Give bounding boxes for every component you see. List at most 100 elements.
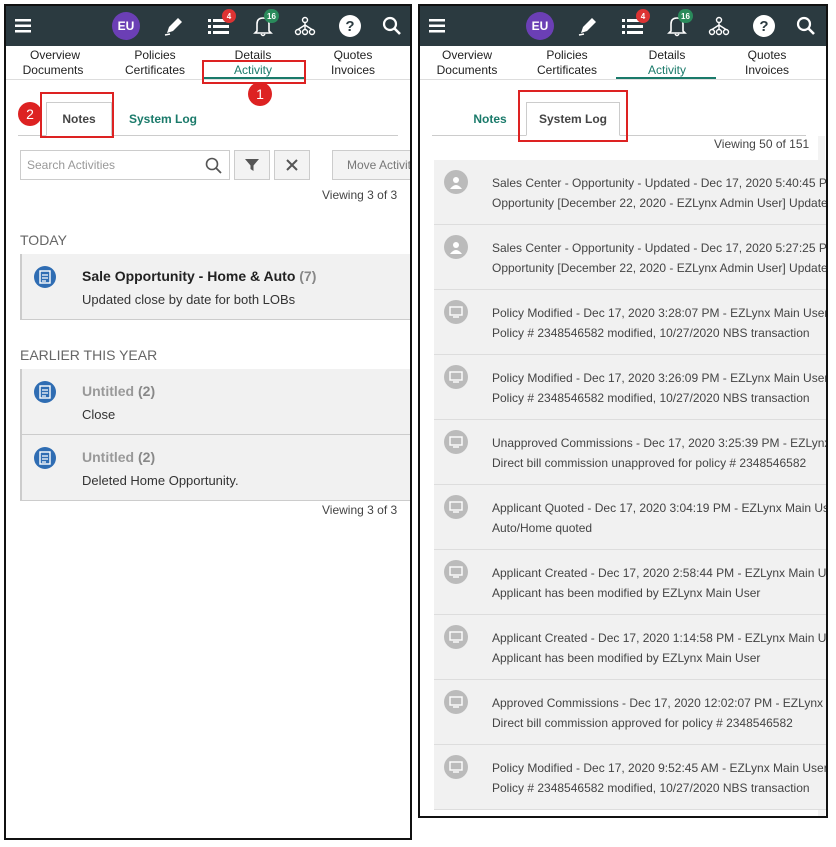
log-entry[interactable]: Approved Commissions - Dec 17, 2020 12:0… bbox=[434, 680, 826, 745]
highlight-box-notes bbox=[40, 92, 114, 138]
note-card[interactable]: Untitled (2) Deleted Home Opportunity. bbox=[20, 435, 410, 501]
highlight-box-system-log bbox=[518, 90, 628, 142]
log-entry-detail: Policy # 2348546582 modified, 10/27/2020… bbox=[492, 326, 810, 340]
tab-notes[interactable]: Notes bbox=[460, 102, 520, 136]
note-title: Untitled (2) bbox=[82, 383, 155, 399]
document-icon bbox=[34, 447, 56, 469]
nav-documents[interactable]: Documents bbox=[422, 63, 512, 77]
document-icon bbox=[34, 266, 56, 288]
nav-quotes[interactable]: Quotes bbox=[308, 48, 398, 62]
note-detail: Close bbox=[82, 407, 116, 422]
avatar: EU bbox=[526, 12, 554, 40]
log-entry[interactable]: Applicant Quoted - Dec 17, 2020 3:04:19 … bbox=[434, 485, 828, 550]
menu-icon[interactable] bbox=[428, 6, 446, 46]
nav-policies[interactable]: Policies bbox=[110, 48, 200, 62]
log-entry-title: Applicant Created - Dec 17, 2020 2:58:44… bbox=[492, 566, 828, 580]
section-earlier-this-year: EARLIER THIS YEAR bbox=[20, 347, 158, 363]
nav-policies[interactable]: Policies bbox=[522, 48, 612, 62]
log-entry-detail: Opportunity [December 22, 2020 - EZLynx … bbox=[492, 196, 828, 210]
user-icon bbox=[444, 235, 468, 259]
nav-certificates[interactable]: Certificates bbox=[522, 63, 612, 77]
help-icon: ? bbox=[753, 15, 775, 37]
tasks-badge: 4 bbox=[636, 9, 650, 23]
monitor-icon bbox=[444, 625, 468, 649]
log-entry[interactable]: Unapproved Commissions - Dec 17, 2020 3:… bbox=[434, 420, 828, 485]
section-today: TODAY bbox=[20, 232, 67, 248]
nav-invoices[interactable]: Invoices bbox=[308, 63, 398, 77]
nav-overview[interactable]: Overview bbox=[10, 48, 100, 62]
note-card[interactable]: Sale Opportunity - Home & Auto (7) Updat… bbox=[20, 254, 410, 320]
edit-pen-icon[interactable] bbox=[572, 6, 604, 46]
log-entry-title: Policy Modified - Dec 17, 2020 9:52:45 A… bbox=[492, 761, 828, 775]
task-list-button[interactable]: 4 bbox=[616, 6, 650, 46]
nav-overview[interactable]: Overview bbox=[422, 48, 512, 62]
note-count: (2) bbox=[138, 383, 156, 399]
log-entry[interactable]: Policy Modified - Dec 17, 2020 3:26:09 P… bbox=[434, 355, 828, 420]
log-entry[interactable]: Applicant Created - Dec 17, 2020 1:14:58… bbox=[434, 615, 826, 680]
log-entry-title: Applicant Quoted - Dec 17, 2020 3:04:19 … bbox=[492, 501, 828, 515]
nav-quotes[interactable]: Quotes bbox=[722, 48, 812, 62]
notifications-button[interactable]: 16 bbox=[246, 6, 280, 46]
monitor-icon bbox=[444, 430, 468, 454]
help-button[interactable]: ? bbox=[750, 6, 778, 46]
avatar: EU bbox=[112, 12, 140, 40]
close-icon bbox=[286, 159, 298, 171]
note-count: (2) bbox=[138, 449, 156, 465]
edit-pen-icon[interactable] bbox=[158, 6, 190, 46]
tasks-badge: 4 bbox=[222, 9, 236, 23]
nav-details[interactable]: Details bbox=[622, 48, 712, 62]
monitor-icon bbox=[444, 690, 468, 714]
system-log-panel: EU 4 16 ? Overview Policies Details Quot… bbox=[418, 4, 828, 818]
log-entry-detail: Policy # 2348546582 modified, 10/27/2020… bbox=[492, 391, 810, 405]
highlight-box-activity bbox=[202, 60, 306, 84]
search-placeholder: Search Activities bbox=[27, 158, 116, 172]
org-chart-icon[interactable] bbox=[704, 6, 734, 46]
top-toolbar: EU 4 16 ? bbox=[420, 6, 826, 46]
nav-certificates[interactable]: Certificates bbox=[110, 63, 200, 77]
task-list-button[interactable]: 4 bbox=[202, 6, 236, 46]
log-entry-detail: Applicant has been modified by EZLynx Ma… bbox=[492, 586, 761, 600]
tab-system-log[interactable]: System Log bbox=[118, 102, 208, 136]
menu-icon[interactable] bbox=[14, 6, 32, 46]
monitor-icon bbox=[444, 365, 468, 389]
notifications-badge: 16 bbox=[678, 9, 693, 23]
org-chart-icon[interactable] bbox=[290, 6, 320, 46]
viewing-count-bottom: Viewing 3 of 3 bbox=[322, 503, 398, 517]
nav-invoices[interactable]: Invoices bbox=[722, 63, 812, 77]
move-activity-button[interactable]: Move Activity bbox=[332, 150, 410, 180]
log-entry[interactable]: Policy Modified - Dec 17, 2020 3:28:07 P… bbox=[434, 290, 826, 355]
help-button[interactable]: ? bbox=[336, 6, 364, 46]
search-activities-input[interactable]: Search Activities bbox=[20, 150, 230, 180]
log-entry-detail: Policy # 2348546582 modified, 10/27/2020… bbox=[492, 781, 810, 795]
viewing-count-top: Viewing 3 of 3 bbox=[322, 188, 398, 202]
notes-panel: EU 4 16 ? Overview Policies Details Quot… bbox=[4, 4, 412, 840]
log-entry[interactable]: Policy Modified - Dec 17, 2020 9:52:45 A… bbox=[434, 745, 828, 810]
note-title-text: Sale Opportunity - Home & Auto bbox=[82, 268, 296, 284]
monitor-icon bbox=[444, 495, 468, 519]
monitor-icon bbox=[444, 755, 468, 779]
note-count: (7) bbox=[299, 268, 317, 284]
user-icon bbox=[444, 170, 468, 194]
note-card[interactable]: Untitled (2) Close bbox=[20, 369, 410, 435]
notifications-button[interactable]: 16 bbox=[660, 6, 694, 46]
clear-filter-button[interactable] bbox=[274, 150, 310, 180]
log-entry-detail: Opportunity [December 22, 2020 - EZLynx … bbox=[492, 261, 828, 275]
search-icon[interactable] bbox=[792, 6, 820, 46]
log-entry[interactable]: Applicant Created - Dec 17, 2020 2:58:44… bbox=[434, 550, 828, 615]
nav-documents[interactable]: Documents bbox=[8, 63, 98, 77]
log-entry[interactable]: Sales Center - Opportunity - Updated - D… bbox=[434, 225, 828, 290]
search-icon[interactable] bbox=[205, 157, 223, 175]
user-avatar-button[interactable]: EU bbox=[524, 6, 556, 46]
log-entry[interactable]: Sales Center - Opportunity - Updated - D… bbox=[434, 160, 828, 225]
note-title-text: Untitled bbox=[82, 383, 135, 399]
log-entry-title: Policy Modified - Dec 17, 2020 3:26:09 P… bbox=[492, 371, 828, 385]
log-entry-detail: Direct bill commission unapproved for po… bbox=[492, 456, 807, 470]
notifications-badge: 16 bbox=[264, 9, 279, 23]
step-2-marker: 2 bbox=[18, 102, 42, 126]
document-icon bbox=[34, 381, 56, 403]
user-avatar-button[interactable]: EU bbox=[110, 6, 142, 46]
log-entry-title: Unapproved Commissions - Dec 17, 2020 3:… bbox=[492, 436, 828, 450]
search-icon[interactable] bbox=[378, 6, 406, 46]
filter-button[interactable] bbox=[234, 150, 270, 180]
nav-activity[interactable]: Activity bbox=[622, 63, 712, 77]
